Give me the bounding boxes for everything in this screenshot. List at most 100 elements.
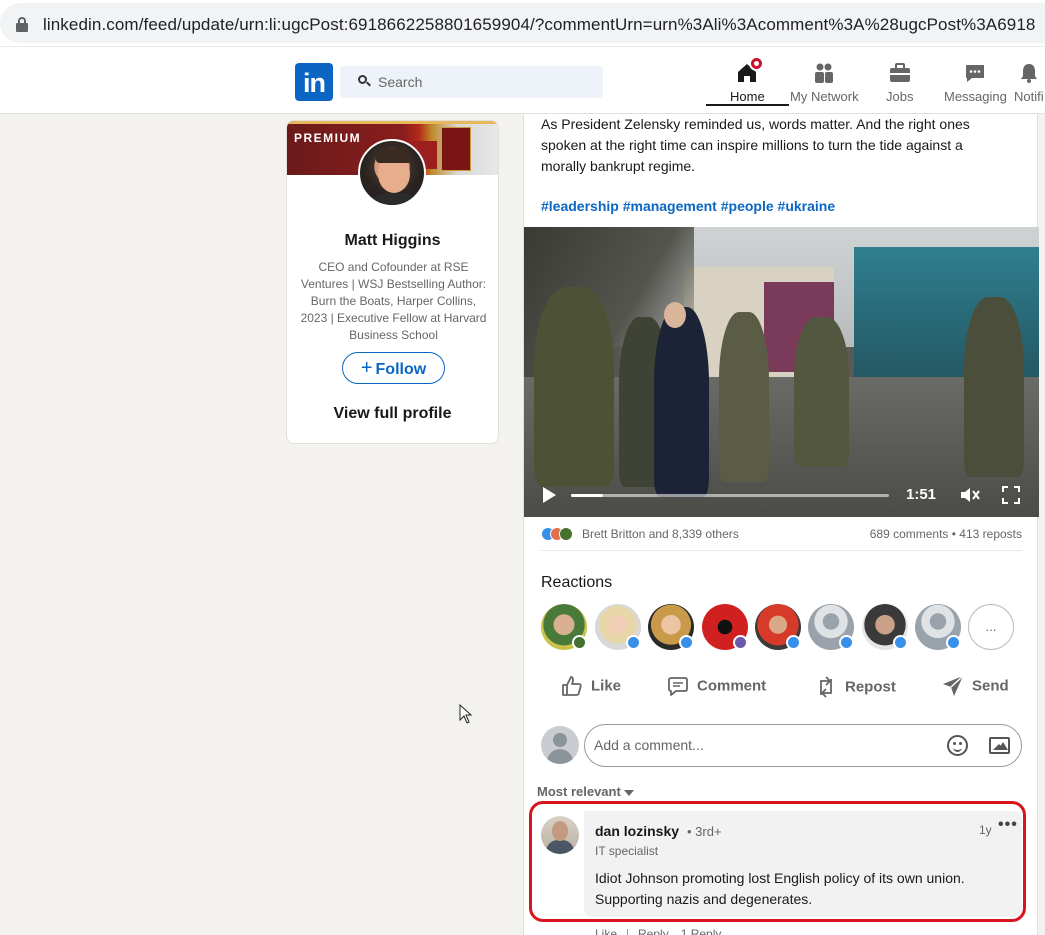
- search-input[interactable]: Search: [340, 66, 603, 98]
- current-user-avatar[interactable]: [541, 726, 579, 764]
- view-full-profile-link[interactable]: View full profile: [287, 405, 498, 423]
- comment-item: dan lozinsky • 3rd+ IT specialist 1y •••…: [584, 811, 1022, 917]
- nav-item-home[interactable]: Home: [706, 56, 789, 106]
- premium-label: PREMIUM: [294, 131, 362, 145]
- browser-address-bar[interactable]: linkedin.com/feed/update/urn:li:ugcPost:…: [0, 0, 1045, 46]
- post-text: As President Zelensky reminded us, words…: [541, 116, 970, 174]
- reactor-avatar[interactable]: [702, 604, 748, 650]
- post-hashtags[interactable]: #leadership #management #people #ukraine: [541, 198, 835, 214]
- reactor-avatar[interactable]: [648, 604, 694, 650]
- caret-down-icon: [623, 789, 634, 796]
- muted-speaker-icon[interactable]: [959, 485, 981, 505]
- follow-button[interactable]: + Follow: [342, 352, 445, 384]
- social-counts: Brett Britton and 8,339 others 689 comme…: [541, 526, 1022, 542]
- plus-icon: +: [360, 357, 373, 379]
- like-reaction-icon: [839, 635, 854, 650]
- comment-sort-dropdown[interactable]: Most relevant: [537, 784, 634, 799]
- video-duration: 1:51: [906, 486, 937, 503]
- reactor-avatar[interactable]: [808, 604, 854, 650]
- comment-label: Comment: [697, 677, 767, 695]
- repost-label: Repost: [845, 678, 896, 696]
- comment-replies-count[interactable]: 1 Reply: [681, 927, 722, 935]
- like-reaction-icon: [893, 635, 908, 650]
- support-reaction-icon: [733, 635, 748, 650]
- briefcase-icon: [888, 61, 912, 85]
- nav-label-home: Home: [730, 89, 765, 104]
- video-progress-track[interactable]: [571, 494, 889, 497]
- linkedin-logo-icon[interactable]: in: [295, 63, 333, 101]
- commenter-headline: IT specialist: [595, 844, 659, 858]
- video-progress-fill: [571, 494, 603, 497]
- send-button[interactable]: Send: [942, 675, 1009, 697]
- sort-label: Most relevant: [537, 784, 621, 799]
- post-action-bar: Like Comment Repost Send: [524, 669, 1039, 705]
- repost-button[interactable]: Repost: [815, 675, 896, 699]
- thumbs-up-icon: [562, 676, 582, 696]
- comment-text: Idiot Johnson promoting lost English pol…: [595, 870, 965, 907]
- comment-placeholder: Add a comment...: [594, 737, 704, 753]
- nav-label-messaging: Messaging: [944, 89, 1007, 104]
- video-player[interactable]: 1:51: [524, 227, 1039, 517]
- feed-post: As President Zelensky reminded us, words…: [523, 114, 1039, 935]
- lock-icon[interactable]: [16, 17, 28, 32]
- comment-input[interactable]: Add a comment...: [584, 724, 1022, 767]
- comment-timestamp: 1y: [979, 823, 992, 837]
- address-pill[interactable]: linkedin.com/feed/update/urn:li:ugcPost:…: [0, 3, 1045, 43]
- reaction-icons[interactable]: [541, 526, 579, 542]
- like-reaction-icon: [946, 635, 961, 650]
- nav-item-notifications[interactable]: Notifi: [1014, 61, 1044, 104]
- nav-item-jobs[interactable]: Jobs: [886, 61, 913, 104]
- search-placeholder: Search: [378, 74, 423, 90]
- chat-icon: [963, 61, 987, 85]
- like-reaction-icon: [679, 635, 694, 650]
- search-icon: [358, 75, 371, 87]
- comment-reply-link[interactable]: Reply: [638, 927, 669, 935]
- commenter-avatar[interactable]: [541, 816, 579, 854]
- like-button[interactable]: Like: [561, 675, 621, 697]
- reactor-avatar[interactable]: [915, 604, 961, 650]
- support-reaction-icon: [572, 635, 587, 650]
- emoji-icon[interactable]: [947, 735, 968, 756]
- commenter-name[interactable]: dan lozinsky: [595, 823, 679, 839]
- mouse-cursor-icon: [459, 704, 473, 724]
- like-reaction-icon: [786, 635, 801, 650]
- play-icon[interactable]: [543, 487, 556, 503]
- top-navigation: in Search Home My Network Jobs Messaging: [0, 46, 1045, 114]
- comments-reposts-count[interactable]: 689 comments • 413 reposts: [870, 527, 1022, 541]
- nav-label-notifications: Notifi: [1014, 89, 1044, 104]
- nav-item-my-network[interactable]: My Network: [790, 61, 859, 104]
- author-profile-card: PREMIUM Matt Higgins CEO and Cofounder a…: [286, 120, 499, 444]
- repost-icon: [820, 676, 832, 698]
- send-label: Send: [972, 677, 1009, 695]
- comment-like-link[interactable]: Like: [595, 927, 617, 935]
- reactor-avatar[interactable]: [755, 604, 801, 650]
- more-reactions-button[interactable]: ...: [968, 604, 1014, 650]
- reactors-link[interactable]: Brett Britton and 8,339 others: [582, 527, 739, 541]
- fullscreen-icon[interactable]: [1002, 486, 1020, 504]
- image-icon[interactable]: [989, 737, 1010, 754]
- divider: [541, 550, 1022, 551]
- home-icon: [735, 56, 765, 85]
- book-cover-image: [441, 127, 471, 171]
- network-icon: [812, 61, 836, 85]
- notification-badge: [749, 56, 765, 71]
- connection-degree: • 3rd+: [687, 824, 722, 839]
- comment-button[interactable]: Comment: [667, 675, 766, 697]
- like-reaction-icon: [626, 635, 641, 650]
- nav-item-messaging[interactable]: Messaging: [944, 61, 1007, 104]
- comment-icon: [668, 677, 688, 696]
- reactor-avatar[interactable]: [595, 604, 641, 650]
- comment-actions: Like Reply 1 Reply: [595, 927, 721, 935]
- profile-name[interactable]: Matt Higgins: [287, 232, 498, 250]
- support-reaction-icon: [559, 527, 573, 541]
- nav-label-jobs: Jobs: [886, 89, 914, 104]
- active-underline: [706, 104, 789, 106]
- comment-more-options-icon[interactable]: •••: [998, 816, 1018, 834]
- like-label: Like: [591, 677, 622, 695]
- reactor-avatar[interactable]: [862, 604, 908, 650]
- reactor-avatar[interactable]: [541, 604, 587, 650]
- url-text[interactable]: linkedin.com/feed/update/urn:li:ugcPost:…: [43, 15, 1035, 35]
- send-icon: [943, 675, 964, 696]
- follow-label: Follow: [375, 361, 427, 378]
- profile-avatar[interactable]: [358, 139, 426, 207]
